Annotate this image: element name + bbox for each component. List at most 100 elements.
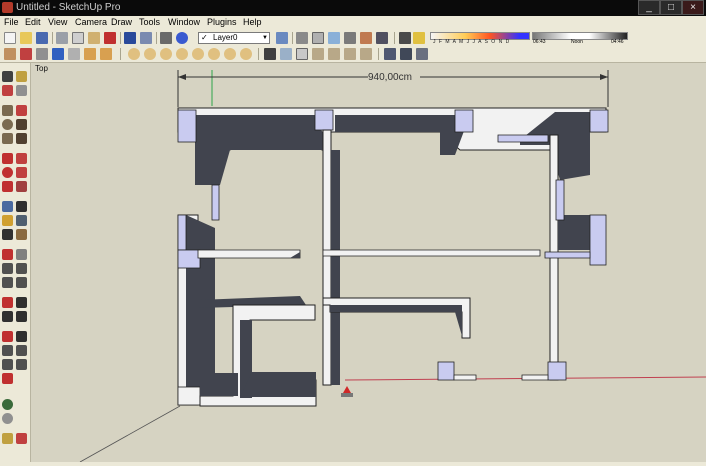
display-section-icon[interactable] xyxy=(192,48,204,60)
zoom-tool-icon[interactable] xyxy=(2,263,13,274)
components-icon[interactable] xyxy=(4,48,16,60)
offset-tool-icon[interactable] xyxy=(16,181,27,192)
rotate-tool-icon[interactable] xyxy=(2,167,13,178)
erase-icon[interactable] xyxy=(104,32,116,44)
3d-warehouse-icon[interactable] xyxy=(264,48,276,60)
walk-icon[interactable] xyxy=(128,48,140,60)
menu-camera[interactable]: Camera xyxy=(75,17,107,27)
add-location-icon[interactable] xyxy=(240,48,252,60)
look-around-icon[interactable] xyxy=(144,48,156,60)
arc-tool-icon[interactable] xyxy=(16,119,27,130)
flip-edge-tool-icon[interactable] xyxy=(16,359,27,370)
move-tool-icon[interactable] xyxy=(2,153,13,164)
front-view-icon[interactable] xyxy=(312,48,324,60)
get-models-icon[interactable] xyxy=(2,399,13,410)
menu-view[interactable]: View xyxy=(48,17,67,27)
menu-draw[interactable]: Draw xyxy=(111,17,132,27)
pan-icon[interactable] xyxy=(68,48,80,60)
dimension-tool-icon[interactable] xyxy=(16,201,27,212)
previous-view-tool-icon[interactable] xyxy=(16,277,27,288)
save-icon[interactable] xyxy=(36,32,48,44)
push-pull-tool-icon[interactable] xyxy=(16,153,27,164)
tape-measure-icon[interactable] xyxy=(2,201,13,212)
zoom-extents-tool-icon[interactable] xyxy=(2,277,13,288)
protractor-tool-icon[interactable] xyxy=(2,215,13,226)
solid-tools-icon[interactable] xyxy=(400,48,412,60)
left-view-icon[interactable] xyxy=(360,48,372,60)
right-view-icon[interactable] xyxy=(328,48,340,60)
print-icon[interactable] xyxy=(160,32,172,44)
redo-icon[interactable] xyxy=(140,32,152,44)
zoom-icon[interactable] xyxy=(84,48,96,60)
position-camera-icon[interactable] xyxy=(160,48,172,60)
iso-view-icon[interactable] xyxy=(280,48,292,60)
layer-manager-icon[interactable] xyxy=(276,32,288,44)
rectangle-tool-icon[interactable] xyxy=(2,105,13,116)
extension-icon[interactable] xyxy=(16,433,27,444)
menu-plugins[interactable]: Plugins xyxy=(207,17,237,27)
paint-tool-icon[interactable] xyxy=(2,85,13,96)
model-info-icon[interactable] xyxy=(176,32,188,44)
pan-tool-icon[interactable] xyxy=(16,249,27,260)
freehand-tool-icon[interactable] xyxy=(16,133,27,144)
section-plane-tool-icon[interactable] xyxy=(16,311,27,322)
add-detail-tool-icon[interactable] xyxy=(2,359,13,370)
ruby-console-icon[interactable] xyxy=(2,433,13,444)
paste-icon[interactable] xyxy=(88,32,100,44)
follow-me-tool-icon[interactable] xyxy=(16,167,27,178)
zoom-extents-icon[interactable] xyxy=(100,48,112,60)
eraser-tool-icon[interactable] xyxy=(16,85,27,96)
stamp-tool-icon[interactable] xyxy=(2,345,13,356)
google-earth-icon[interactable] xyxy=(224,48,236,60)
walk-tool-icon[interactable] xyxy=(16,297,27,308)
look-around-tool-icon[interactable] xyxy=(2,311,13,322)
wireframe-style-icon[interactable] xyxy=(312,32,324,44)
top-view-icon[interactable] xyxy=(296,48,308,60)
hidden-line-style-icon[interactable] xyxy=(328,32,340,44)
menu-window[interactable]: Window xyxy=(168,17,200,27)
menu-file[interactable]: File xyxy=(4,17,19,27)
orbit-icon[interactable] xyxy=(52,48,64,60)
section-plane-icon[interactable] xyxy=(176,48,188,60)
share-model-icon[interactable] xyxy=(2,413,13,424)
back-view-icon[interactable] xyxy=(344,48,356,60)
section-cuts-icon[interactable] xyxy=(208,48,220,60)
section-style-icon[interactable] xyxy=(384,48,396,60)
shadow-settings-icon[interactable] xyxy=(399,32,411,44)
shaded-textures-style-icon[interactable] xyxy=(360,32,372,44)
sandbox-tool-icon[interactable] xyxy=(2,331,13,342)
model-viewport[interactable]: 940,00cm xyxy=(31,63,706,463)
close-button[interactable]: × xyxy=(682,0,704,15)
new-file-icon[interactable] xyxy=(4,32,16,44)
undo-icon[interactable] xyxy=(124,32,136,44)
text-tool-icon[interactable] xyxy=(16,215,27,226)
monochrome-style-icon[interactable] xyxy=(376,32,388,44)
menu-help[interactable]: Help xyxy=(243,17,262,27)
orbit-tool-icon[interactable] xyxy=(2,249,13,260)
menu-tools[interactable]: Tools xyxy=(139,17,160,27)
position-camera-tool-icon[interactable] xyxy=(2,297,13,308)
eraser-icon[interactable] xyxy=(36,48,48,60)
zoom-window-tool-icon[interactable] xyxy=(16,263,27,274)
maximize-button[interactable]: □ xyxy=(660,0,682,15)
3d-text-tool-icon[interactable] xyxy=(16,229,27,240)
open-folder-icon[interactable] xyxy=(20,32,32,44)
circle-tool-icon[interactable] xyxy=(2,119,13,130)
intersect-icon[interactable] xyxy=(416,48,428,60)
drape-tool-icon[interactable] xyxy=(16,345,27,356)
menu-edit[interactable]: Edit xyxy=(25,17,41,27)
polygon-tool-icon[interactable] xyxy=(2,133,13,144)
paint-bucket-icon[interactable] xyxy=(20,48,32,60)
display-shadows-icon[interactable] xyxy=(413,32,425,44)
scale-tool-icon[interactable] xyxy=(2,181,13,192)
axes-tool-icon[interactable] xyxy=(2,229,13,240)
copy-icon[interactable] xyxy=(72,32,84,44)
make-component-icon[interactable] xyxy=(16,71,27,82)
layer-select[interactable]: ✓ Layer0 ▼ xyxy=(198,32,270,44)
shaded-style-icon[interactable] xyxy=(344,32,356,44)
solid-union-icon[interactable] xyxy=(2,373,13,384)
select-tool-icon[interactable] xyxy=(2,71,13,82)
line-tool-icon[interactable] xyxy=(16,105,27,116)
minimize-button[interactable]: _ xyxy=(638,0,660,15)
smoove-tool-icon[interactable] xyxy=(16,331,27,342)
